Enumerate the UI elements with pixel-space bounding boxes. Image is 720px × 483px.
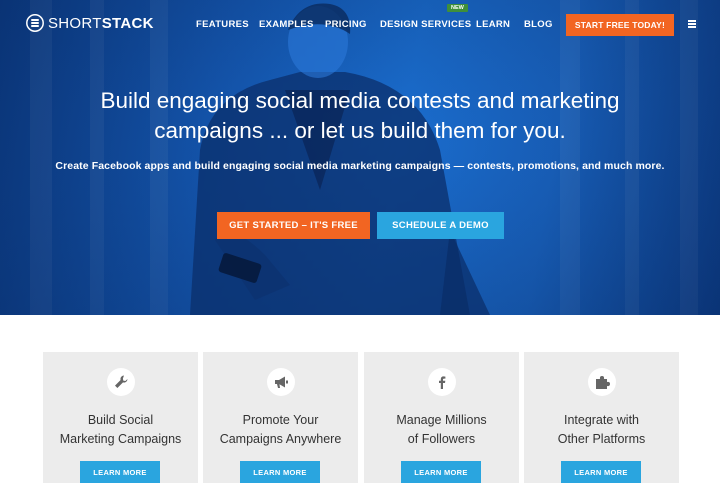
start-free-button[interactable]: START FREE TODAY! (566, 14, 674, 36)
new-badge: NEW (447, 4, 468, 12)
feature-title: Build Social Marketing Campaigns (59, 413, 182, 446)
hero-headline: Build engaging social media contests and… (0, 86, 720, 146)
feature-title: Promote Your Campaigns Anywhere (219, 413, 342, 446)
hero-subheadline: Create Facebook apps and build engaging … (55, 160, 665, 172)
brand-logo[interactable]: SHORTSTACK (26, 14, 154, 32)
learn-more-button[interactable]: LEARN MORE (401, 461, 481, 483)
puzzle-icon (588, 368, 616, 396)
nav-learn[interactable]: LEARN (476, 19, 510, 30)
feature-title: Manage Millions of Followers (396, 413, 487, 446)
nav-design-services[interactable]: DESIGN SERVICES (380, 19, 471, 30)
feature-card-build: Build Social Marketing Campaigns LEARN MO… (43, 352, 198, 483)
get-started-button[interactable]: GET STARTED – IT'S FREE (217, 212, 370, 239)
schedule-demo-button[interactable]: SCHEDULE A DEMO (377, 212, 504, 239)
brand-name: SHORTSTACK (48, 14, 154, 32)
feature-card-promote: Promote Your Campaigns Anywhere LEARN MOR… (203, 352, 358, 483)
hamburger-menu-icon[interactable] (688, 20, 696, 28)
hero-headline-line2: campaigns ... or let us build them for y… (154, 118, 566, 143)
nav-features[interactable]: FEATURES (196, 19, 249, 30)
feature-card-manage: Manage Millions of Followers LEARN MORE (364, 352, 519, 483)
nav-examples[interactable]: EXAMPLES (259, 19, 314, 30)
facebook-icon (428, 368, 456, 396)
learn-more-button[interactable]: LEARN MORE (240, 461, 320, 483)
learn-more-button[interactable]: LEARN MORE (80, 461, 160, 483)
nav-pricing[interactable]: PRICING (325, 19, 367, 30)
feature-title: Integrate with Other Platforms (557, 413, 646, 446)
feature-card-integrate: Integrate with Other Platforms LEARN MORE (524, 352, 679, 483)
hero-headline-line1: Build engaging social media contests and… (100, 88, 620, 113)
shortstack-logo-icon (26, 14, 44, 32)
nav-blog[interactable]: BLOG (524, 19, 553, 30)
wrench-icon (107, 368, 135, 396)
learn-more-button[interactable]: LEARN MORE (561, 461, 641, 483)
megaphone-icon (267, 368, 295, 396)
top-navigation: SHORTSTACK FEATURES EXAMPLES PRICING DES… (0, 0, 720, 48)
